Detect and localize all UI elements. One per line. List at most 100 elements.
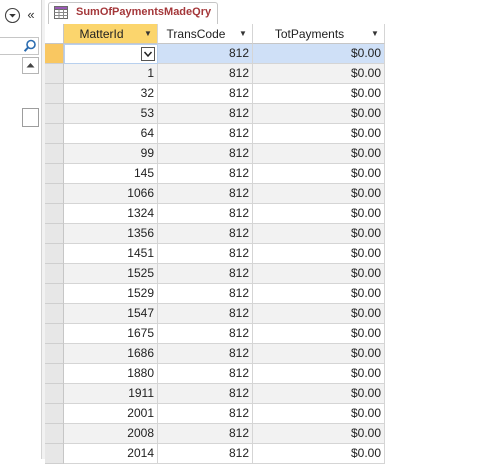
record-selector[interactable] [45,104,64,124]
cell-transcode[interactable]: 812 [158,404,253,424]
cell-transcode[interactable]: 812 [158,324,253,344]
record-selector[interactable] [45,184,64,204]
table-row[interactable]: 32 812 $0.00 [45,84,385,104]
nav-collapse-icon[interactable]: « [23,6,39,24]
cell-totpayments[interactable]: $0.00 [253,84,385,104]
cell-transcode[interactable]: 812 [158,284,253,304]
table-row[interactable]: 1911 812 $0.00 [45,384,385,404]
cell-transcode[interactable]: 812 [158,64,253,84]
cell-matterid[interactable]: 32 [64,84,158,104]
cell-matterid[interactable]: 1547 [64,304,158,324]
record-selector[interactable] [45,224,64,244]
cell-transcode[interactable]: 812 [158,244,253,264]
record-selector[interactable] [45,204,64,224]
cell-transcode[interactable]: 812 [158,84,253,104]
cell-matterid[interactable]: 1451 [64,244,158,264]
cell-matterid[interactable]: 1356 [64,224,158,244]
search-icon[interactable] [23,38,37,54]
cell-transcode[interactable]: 812 [158,424,253,444]
table-row[interactable]: 1686 812 $0.00 [45,344,385,364]
cell-matterid[interactable]: 1525 [64,264,158,284]
cell-matterid[interactable]: 1324 [64,204,158,224]
table-row[interactable]: 2001 812 $0.00 [45,404,385,424]
cell-transcode[interactable]: 812 [158,264,253,284]
cell-totpayments[interactable]: $0.00 [253,224,385,244]
cell-matterid[interactable]: 1686 [64,344,158,364]
table-row[interactable]: 812 $0.00 [45,44,385,64]
cell-transcode[interactable]: 812 [158,444,253,464]
chevron-down-icon[interactable] [141,47,155,61]
cell-matterid[interactable]: 2001 [64,404,158,424]
cell-transcode[interactable]: 812 [158,204,253,224]
cell-matterid[interactable]: 53 [64,104,158,124]
cell-transcode[interactable]: 812 [158,44,253,64]
cell-matterid[interactable]: 1675 [64,324,158,344]
cell-totpayments[interactable]: $0.00 [253,264,385,284]
table-row[interactable]: 1324 812 $0.00 [45,204,385,224]
table-row[interactable]: 1675 812 $0.00 [45,324,385,344]
sort-arrow-icon[interactable]: ▼ [143,27,153,41]
record-selector[interactable] [45,344,64,364]
cell-totpayments[interactable]: $0.00 [253,344,385,364]
cell-totpayments[interactable]: $0.00 [253,204,385,224]
cell-transcode[interactable]: 812 [158,344,253,364]
table-row[interactable]: 1525 812 $0.00 [45,264,385,284]
record-selector[interactable] [45,164,64,184]
cell-transcode[interactable]: 812 [158,304,253,324]
cell-totpayments[interactable]: $0.00 [253,64,385,84]
record-selector[interactable] [45,364,64,384]
cell-totpayments[interactable]: $0.00 [253,424,385,444]
table-row[interactable]: 2008 812 $0.00 [45,424,385,444]
cell-matterid[interactable]: 1911 [64,384,158,404]
record-selector[interactable] [45,264,64,284]
tab-sumofpaymentsmadeqry[interactable]: SumOfPaymentsMadeQry [48,2,218,25]
table-row[interactable]: 1 812 $0.00 [45,64,385,84]
cell-matterid[interactable]: 1 [64,64,158,84]
cell-matterid[interactable]: 1529 [64,284,158,304]
cell-totpayments[interactable]: $0.00 [253,244,385,264]
cell-totpayments[interactable]: $0.00 [253,144,385,164]
column-header-matterid[interactable]: MatterId ▼ [64,24,158,44]
record-selector[interactable] [45,84,64,104]
cell-matterid[interactable]: 2014 [64,444,158,464]
cell-transcode[interactable]: 812 [158,144,253,164]
record-selector[interactable] [45,404,64,424]
record-selector[interactable] [45,284,64,304]
column-header-totpayments[interactable]: TotPayments ▼ [253,24,385,44]
nav-scroll-up-button[interactable] [22,57,39,74]
table-row[interactable]: 1529 812 $0.00 [45,284,385,304]
cell-totpayments[interactable]: $0.00 [253,164,385,184]
column-header-transcode[interactable]: TransCode ▼ [158,24,253,44]
sort-arrow-icon[interactable]: ▼ [370,27,380,41]
table-row[interactable]: 2014 812 $0.00 [45,444,385,464]
cell-transcode[interactable]: 812 [158,224,253,244]
table-row[interactable]: 145 812 $0.00 [45,164,385,184]
table-row[interactable]: 99 812 $0.00 [45,144,385,164]
record-selector[interactable] [45,244,64,264]
cell-totpayments[interactable]: $0.00 [253,324,385,344]
cell-totpayments[interactable]: $0.00 [253,284,385,304]
cell-transcode[interactable]: 812 [158,384,253,404]
nav-menu-dropdown-icon[interactable] [4,7,21,24]
select-all-corner[interactable] [45,24,64,44]
cell-totpayments[interactable]: $0.00 [253,184,385,204]
cell-matterid[interactable]: 99 [64,144,158,164]
nav-scroll-thumb[interactable] [22,108,39,127]
table-row[interactable]: 1451 812 $0.00 [45,244,385,264]
record-selector[interactable] [45,144,64,164]
cell-transcode[interactable]: 812 [158,104,253,124]
cell-matterid[interactable]: 1066 [64,184,158,204]
cell-matterid[interactable]: 145 [64,164,158,184]
cell-matterid[interactable]: 2008 [64,424,158,444]
cell-matterid[interactable]: 64 [64,124,158,144]
table-row[interactable]: 53 812 $0.00 [45,104,385,124]
sort-arrow-icon[interactable]: ▼ [238,27,248,41]
cell-matterid[interactable] [64,44,158,64]
nav-search-input[interactable] [0,37,39,55]
cell-totpayments[interactable]: $0.00 [253,404,385,424]
record-selector[interactable] [45,64,64,84]
record-selector[interactable] [45,444,64,464]
cell-matterid[interactable]: 1880 [64,364,158,384]
cell-transcode[interactable]: 812 [158,164,253,184]
cell-totpayments[interactable]: $0.00 [253,44,385,64]
